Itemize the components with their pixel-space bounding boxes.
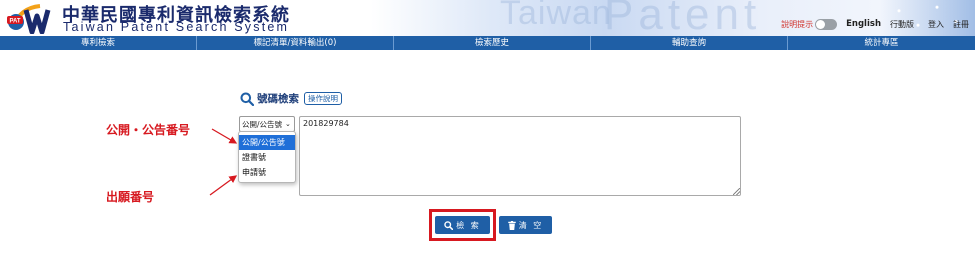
site-header: Taiwan Patent PAT 中華民國專利資訊檢索系統 Taiwan Pa… — [0, 0, 975, 36]
search-button-highlight — [429, 209, 496, 241]
main-nav: 專利檢索 標記清單/資料輸出(0) 檢索歷史 輔助查詢 統計專區 — [0, 36, 975, 50]
trash-icon — [507, 220, 516, 230]
clear-button[interactable]: 清 空 — [499, 216, 552, 234]
site-title-en: Taiwan Patent Search System — [63, 20, 290, 34]
header-utility-links: 說明提示 English 行動版 登入 註冊 — [772, 16, 969, 32]
annotation-application-number: 出願番号 — [106, 190, 155, 204]
banner-word-taiwan: Taiwan — [500, 0, 612, 32]
option-certificate-number[interactable]: 證書號 — [239, 150, 295, 165]
tips-logo-icon[interactable]: PAT — [6, 2, 58, 34]
english-link[interactable]: English — [846, 19, 881, 29]
mobile-version-link[interactable]: 行動版 — [890, 19, 914, 30]
search-icon — [240, 92, 254, 106]
logo-badge-text: PAT — [9, 19, 20, 25]
clear-button-label: 清 空 — [518, 220, 544, 230]
option-application-number[interactable]: 申請號 — [239, 165, 295, 180]
number-type-select[interactable]: 公開/公告號 ⌄ — [239, 116, 295, 132]
annotation-publication-number: 公開・公告番号 — [106, 123, 191, 137]
hint-toggle-switch[interactable] — [815, 18, 838, 30]
arrow-to-application-option — [209, 175, 238, 196]
section-title: 號碼檢索 — [257, 93, 299, 105]
help-button[interactable]: 操作說明 — [304, 92, 342, 105]
register-link[interactable]: 註冊 — [953, 19, 969, 30]
banner-word-patent: Patent — [604, 0, 762, 36]
nav-patent-search[interactable]: 專利檢索 — [0, 36, 197, 50]
number-search-heading: 號碼檢索 操作說明 — [240, 91, 342, 106]
resize-handle[interactable] — [733, 188, 740, 195]
login-link[interactable]: 登入 — [928, 19, 944, 30]
nav-search-history[interactable]: 檢索歷史 — [394, 36, 591, 50]
arrow-to-publication-option — [211, 128, 238, 144]
query-textarea[interactable]: 201829784 — [299, 116, 741, 196]
select-value: 公開/公告號 — [242, 119, 283, 129]
chevron-down-icon: ⌄ — [285, 120, 291, 128]
hint-toggle-label: 說明提示 — [781, 19, 814, 29]
nav-statistics[interactable]: 統計專區 — [788, 36, 975, 50]
option-publication-number[interactable]: 公開/公告號 — [239, 135, 295, 150]
number-type-dropdown: 公開/公告號 證書號 申請號 — [238, 131, 296, 183]
nav-marked-list-export[interactable]: 標記清單/資料輸出(0) — [197, 36, 394, 50]
nav-auxiliary-query[interactable]: 輔助查詢 — [591, 36, 788, 50]
